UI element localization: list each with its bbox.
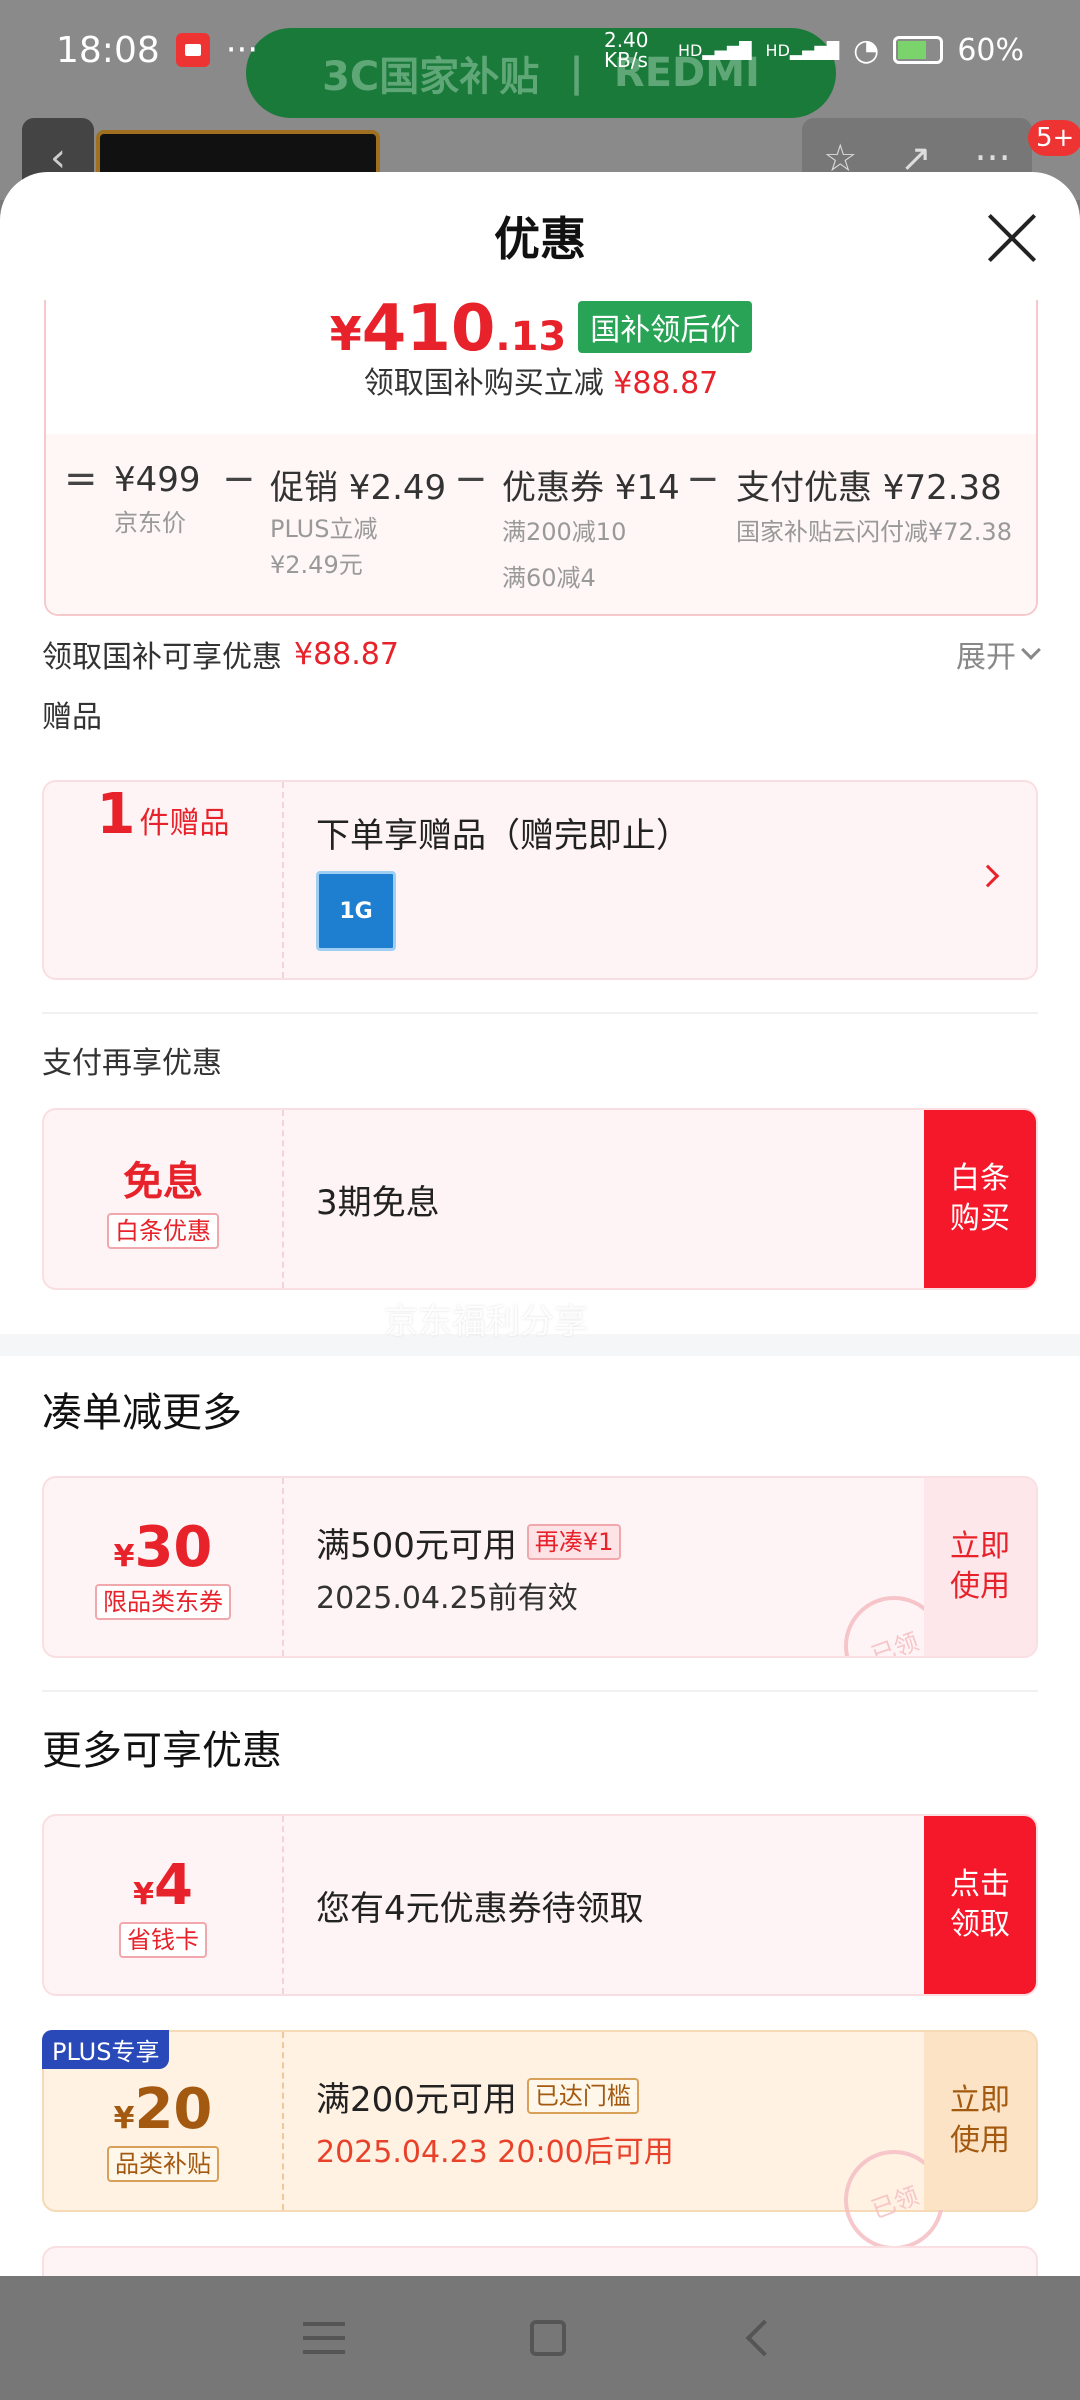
plus-coupon-time: 2025.04.23 20:00后可用 (316, 2134, 674, 2170)
equals-sign: = (64, 456, 98, 502)
back-icon[interactable] (745, 2319, 783, 2357)
interest-free-text: 3期免息 (316, 1182, 440, 1223)
sheet-header: 优惠 (0, 172, 1080, 300)
coupon-value: ¥30 限品类东券 (44, 1478, 284, 1656)
baitiao-buy-button[interactable]: 白条 购买 (924, 1110, 1036, 1288)
gift-thumbnail: 1G (316, 871, 396, 951)
price-breakdown: = ¥499 京东价 − 促销 ¥2.49 PLUS立减 ¥2.49元 − 优惠… (46, 434, 1036, 614)
minus-sign: − (686, 456, 720, 502)
message-badge: 5+ (1028, 120, 1080, 156)
close-icon[interactable] (984, 210, 1040, 266)
subsidy-price-tag: 国补领后价 (578, 301, 753, 353)
plus-use-now-button[interactable]: 立即 使用 (924, 2032, 1036, 2210)
saving-card[interactable]: ¥4 省钱卡 您有4元优惠券待领取 点击 领取 (42, 1814, 1038, 1996)
offers-sheet: 优惠 ¥410.13 国补领后价 领取国补购买立减 ¥88.87 = ¥499 … (0, 172, 1080, 2276)
coupon-expiry: 2025.04.25前有效 (316, 1580, 578, 1616)
gift-section-label: 赠品 (42, 700, 102, 735)
coupon-card-30[interactable]: ¥30 限品类东券 满500元可用 再凑¥1 2025.04.25前有效 已领 … (42, 1476, 1038, 1658)
next-coupon-card-partial (42, 2246, 1038, 2276)
saving-card-value: ¥4 省钱卡 (44, 1816, 284, 1994)
gift-card[interactable]: 1 件赠品 下单享赠品（赠完即止） 1G (42, 780, 1038, 980)
network-speed: 2.40 KB/s (603, 28, 649, 72)
price-card: ¥410.13 国补领后价 领取国补购买立减 ¥88.87 = ¥499 京东价… (44, 292, 1038, 616)
chevron-right-icon (976, 864, 1000, 888)
subsidy-amount: ¥88.87 (294, 636, 399, 672)
status-more-dots: ··· (225, 30, 259, 70)
claim-button[interactable]: 点击 领取 (924, 1816, 1036, 1994)
coupon-item: 优惠券 ¥14 满200减10 满60减4 (502, 468, 680, 592)
home-icon[interactable] (529, 2320, 566, 2356)
signal-icon: HD▂▄▆█ (677, 40, 752, 60)
wifi-icon: ◔ (853, 32, 880, 68)
jd-price-item: ¥499 京东价 (114, 460, 201, 537)
minus-sign: − (454, 456, 488, 502)
divider (42, 1012, 1038, 1014)
signal-icon-2: HD▂▄▆█ (765, 40, 840, 60)
threshold-reached-tag: 已达门槛 (526, 2078, 639, 2114)
watermark-text: 京东福利分享 (384, 1302, 588, 1342)
subsidy-row[interactable]: 领取国补可享优惠 ¥88.87 展开 (42, 632, 1041, 676)
pay-discount-item: 支付优惠 ¥72.38 国家补贴云闪付减¥72.38 (736, 468, 1012, 546)
more-section-title: 更多可享优惠 (42, 1728, 282, 1774)
subsidy-label: 领取国补可享优惠 (42, 640, 282, 675)
battery-icon (893, 36, 944, 64)
battery-percent: 60% (957, 32, 1024, 68)
status-bar: 18:08 ··· 2.40 KB/s HD▂▄▆█ HD▂▄▆█ ◔ 60% (0, 0, 1080, 100)
plus-coupon-condition: 满200元可用 (316, 2079, 517, 2120)
promo-item: 促销 ¥2.49 PLUS立减 ¥2.49元 (270, 468, 447, 579)
gift-title: 下单享赠品（赠完即止） (316, 816, 690, 856)
minus-sign: − (222, 456, 256, 502)
use-now-button[interactable]: 立即 使用 (924, 1478, 1036, 1656)
gift-count: 1 件赠品 (44, 782, 284, 978)
sheet-title: 优惠 (494, 212, 586, 266)
status-time: 18:08 (56, 29, 160, 71)
recent-apps-icon[interactable] (302, 2322, 345, 2354)
price-subtext: 领取国补购买立减 ¥88.87 (363, 366, 719, 401)
saving-card-text: 您有4元优惠券待领取 (316, 1888, 644, 1929)
chevron-down-icon (1021, 640, 1041, 660)
combine-section-title: 凑单减更多 (42, 1390, 242, 1436)
final-price: ¥410.13 (329, 292, 567, 366)
pay-more-section-label: 支付再享优惠 (42, 1046, 222, 1081)
interest-free-badge: 免息 白条优惠 (44, 1110, 284, 1288)
notification-app-icon (175, 33, 210, 67)
expand-toggle[interactable]: 展开 (956, 632, 1041, 676)
interest-free-card[interactable]: 免息 白条优惠 3期免息 白条 购买 (42, 1108, 1038, 1290)
system-nav-bar (0, 2276, 1080, 2400)
coupon-hint: 再凑¥1 (526, 1524, 622, 1560)
plus-coupon-card[interactable]: PLUS专享 ¥20 品类补贴 满200元可用 已达门槛 2025.04.23 … (42, 2030, 1038, 2265)
coupon-condition: 满500元可用 (316, 1525, 517, 1566)
divider (42, 1690, 1038, 1692)
plus-coupon-value: ¥20 品类补贴 (44, 2032, 284, 2210)
